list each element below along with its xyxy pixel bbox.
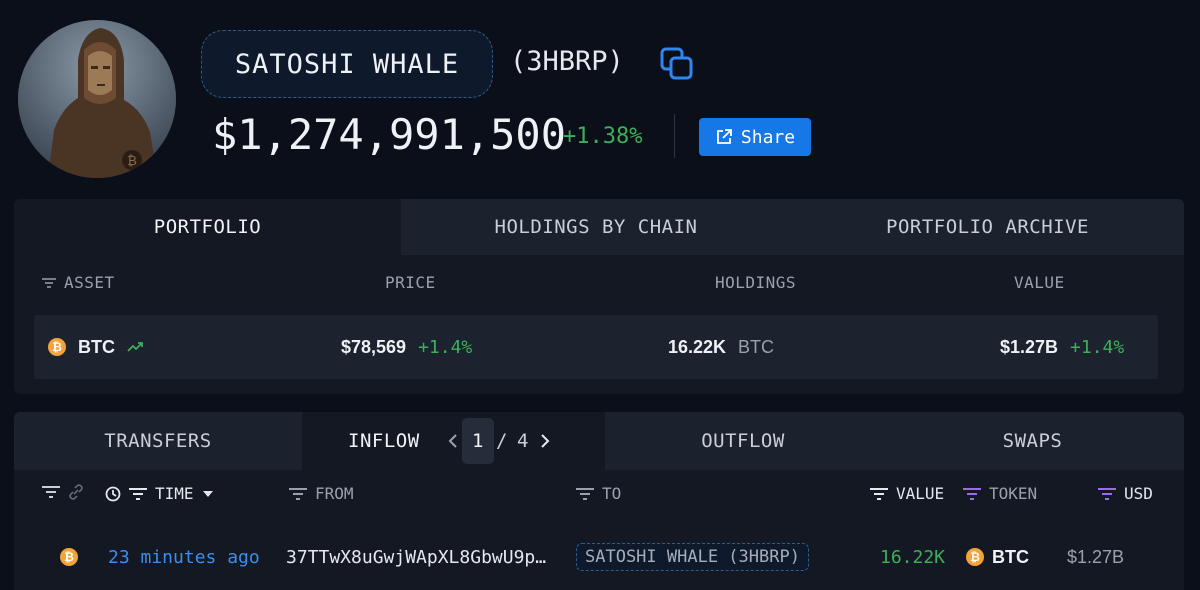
entity-name: SATOSHI WHALE — [234, 48, 460, 80]
column-value[interactable]: VALUE — [1014, 273, 1065, 292]
tab-portfolio-archive[interactable]: PORTFOLIO ARCHIVE — [791, 199, 1184, 255]
hooded-statue-image: ₿ — [18, 20, 176, 178]
transfers-panel: TRANSFERS INFLOW 1 / 4 OUTFLOW SWAPS TIM… — [14, 412, 1184, 590]
column-value-label: VALUE — [896, 484, 945, 503]
column-token[interactable]: TOKEN — [963, 484, 1037, 503]
transfer-value: 16.22K — [880, 546, 946, 568]
value-amount: $1.27B — [1000, 336, 1059, 357]
entity-name-pill[interactable]: SATOSHI WHALE — [201, 30, 493, 98]
avatar: ₿ — [18, 20, 176, 178]
column-to[interactable]: TO — [576, 484, 621, 503]
transfer-time[interactable]: 23 minutes ago — [108, 542, 260, 572]
tab-holdings-by-chain[interactable]: HOLDINGS BY CHAIN — [401, 199, 791, 255]
value-change: +1.4% — [1070, 336, 1125, 358]
external-link-icon — [717, 129, 732, 144]
column-asset-label: ASSET — [64, 273, 115, 292]
column-price-label: PRICE — [385, 273, 436, 292]
tab-swaps[interactable]: SWAPS — [881, 412, 1184, 470]
transfer-to-entity: SATOSHI WHALE (3HBRP) — [576, 543, 809, 571]
link-icon — [69, 484, 83, 500]
column-value[interactable]: VALUE — [870, 484, 944, 503]
pager-current: 1 — [472, 430, 484, 452]
filter-icon — [289, 487, 307, 500]
total-change: +1.38% — [563, 124, 643, 149]
portfolio-panel: PORTFOLIO HOLDINGS BY CHAIN PORTFOLIO AR… — [14, 199, 1184, 394]
column-time-label: TIME — [155, 484, 194, 503]
asset-symbol: BTC — [78, 336, 115, 357]
column-holdings[interactable]: HOLDINGS — [715, 273, 796, 292]
pager-separator: / — [496, 430, 508, 452]
clock-icon — [105, 486, 121, 501]
transfer-from-address[interactable]: 37TTwX8uGwjWApXL8GbwU9p… — [286, 542, 546, 572]
tab-outflow[interactable]: OUTFLOW — [605, 412, 881, 470]
filter-icon — [1098, 487, 1116, 500]
portfolio-tabs: PORTFOLIO HOLDINGS BY CHAIN PORTFOLIO AR… — [14, 199, 1184, 255]
bitcoin-icon: ₿ — [48, 338, 66, 356]
column-asset[interactable]: ASSET — [42, 273, 115, 292]
share-button[interactable]: Share — [699, 118, 811, 156]
price-value: $78,569 — [341, 336, 407, 357]
tab-inflow-label: INFLOW — [348, 430, 420, 452]
column-filters[interactable] — [42, 484, 84, 500]
column-usd-label: USD — [1124, 484, 1153, 503]
holdings-unit: BTC — [738, 336, 775, 357]
column-usd[interactable]: USD — [1098, 484, 1153, 503]
header-divider — [674, 114, 675, 158]
copy-icon[interactable] — [659, 46, 695, 82]
trend-up-icon — [127, 342, 143, 352]
bitcoin-icon: ₿ — [60, 548, 78, 566]
filter-icon — [963, 487, 981, 500]
column-to-label: TO — [602, 484, 622, 503]
price-change: +1.4% — [418, 336, 473, 358]
column-from-label: FROM — [315, 484, 354, 503]
sort-down-icon — [202, 490, 213, 497]
transfer-token-symbol: BTC — [992, 546, 1029, 567]
tab-transfers[interactable]: TRANSFERS — [14, 412, 302, 470]
pager-total: 4 — [517, 430, 529, 452]
svg-text:₿: ₿ — [127, 154, 137, 169]
chevron-left-icon[interactable] — [442, 412, 464, 470]
price-cell: $78,569 +1.4% — [341, 315, 472, 379]
entity-tag: (3HBRP) — [510, 46, 624, 77]
column-value-label: VALUE — [1014, 273, 1065, 292]
transfers-tabs: TRANSFERS INFLOW 1 / 4 OUTFLOW SWAPS — [14, 412, 1184, 470]
chain-icon: ₿ — [60, 542, 78, 572]
column-from[interactable]: FROM — [289, 484, 354, 503]
filter-icon — [42, 277, 56, 288]
filter-icon — [870, 487, 888, 500]
column-time[interactable]: TIME — [105, 484, 214, 503]
chevron-right-icon[interactable] — [534, 412, 556, 470]
asset-cell[interactable]: ₿ BTC — [48, 315, 143, 379]
transfer-usd: $1.27B — [1067, 546, 1125, 567]
holdings-amount: 16.22K — [668, 336, 727, 357]
value-cell: $1.27B +1.4% — [1000, 315, 1124, 379]
filter-icon — [129, 487, 147, 500]
transfer-to[interactable]: SATOSHI WHALE (3HBRP) — [576, 542, 809, 572]
column-holdings-label: HOLDINGS — [715, 273, 797, 292]
transfer-token[interactable]: ₿ BTC — [966, 542, 1029, 572]
table-row[interactable]: ₿ BTC $78,569 +1.4% 16.22K BTC $1.27B +1… — [34, 315, 1158, 379]
filter-icon — [42, 486, 60, 498]
total-value: $1,274,991,500 — [212, 110, 567, 159]
share-label: Share — [740, 126, 796, 148]
column-token-label: TOKEN — [989, 484, 1038, 503]
bitcoin-icon: ₿ — [966, 548, 984, 566]
column-price[interactable]: PRICE — [385, 273, 436, 292]
holdings-cell: 16.22K BTC — [668, 315, 774, 379]
tab-portfolio[interactable]: PORTFOLIO — [14, 199, 401, 255]
filter-icon — [576, 487, 594, 500]
